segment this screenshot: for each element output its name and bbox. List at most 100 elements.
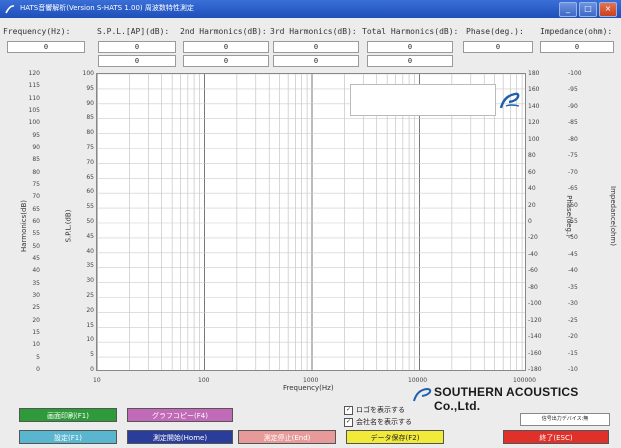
impedance-value: 0 [540,41,614,53]
print-screen-button[interactable]: 画面印刷(F1) [19,408,117,422]
phase-tick-label: 180 [528,70,540,77]
impedance-tick-label: -25 [568,316,578,324]
phase-tick-label: -140 [528,333,542,341]
harmonics-tick-label: 20 [32,316,40,324]
harmonics-tick-label: 110 [28,94,40,102]
impedance-tick-label: -30 [568,300,578,308]
harmonics-tick-label: 85 [32,156,40,164]
show-logo-option[interactable]: ✓ ロゴを表示する [344,405,405,415]
show-company-option[interactable]: ✓ 会社名を表示する [344,417,412,427]
spl-tick-label: 95 [86,84,94,92]
impedance-tick-label: -55 [568,218,578,225]
close-button[interactable]: × [599,2,617,17]
phase-tick-label: 80 [528,152,536,160]
legend-box [350,84,496,116]
phase-tick-label: -160 [528,349,542,357]
spl-tick-label: 80 [86,129,94,137]
impedance-tick-label: -80 [568,135,578,143]
spl-tick-label: 5 [90,351,94,359]
spl-value-1: 0 [98,41,176,53]
device-label: 信号出力デバイス:無 [520,413,610,426]
phase-tick-label: 160 [528,86,540,94]
impedance-tick-label: -60 [568,201,578,209]
harmonics-tick-label: 40 [32,267,40,275]
harmonics-tick-label: 0 [36,366,40,373]
phase-tick-label: 100 [528,135,540,143]
spl-tick-label: 85 [86,114,94,122]
brand-logo-icon [413,387,432,402]
spl-value-2: 0 [98,55,176,67]
harmonics-tick-label: 35 [32,279,40,287]
spl-tick-label: 15 [86,321,94,329]
start-measure-button[interactable]: 測定開始(Home) [127,430,233,444]
impedance-tick-label: -70 [568,168,578,176]
impedance-tick-label: -45 [568,250,578,258]
spl-tick-label: 35 [86,262,94,270]
graph-copy-button[interactable]: グラフコピー(F4) [127,408,233,422]
frequency-value: 0 [7,41,85,53]
spl-tick-label: 90 [86,99,94,107]
harmonics-tick-label: 105 [28,107,40,114]
h2-value-1: 0 [183,41,269,53]
phase-value: 0 [463,41,533,53]
phase-header: Phase(deg.): [466,27,524,36]
impedance-tick-label: -95 [568,86,578,94]
impedance-tick-label: -15 [568,349,578,357]
harmonics-tick-label: 30 [32,292,40,299]
graph-grid [97,74,525,370]
spl-tick-label: 25 [86,292,94,299]
phase-tick-label: -100 [528,300,542,308]
harmonics-tick-label: 100 [28,119,40,127]
phase-tick-label: -20 [528,234,538,242]
harmonics-tick-label: 25 [32,304,40,312]
phase-tick-label: -120 [528,316,542,324]
phase-tick-label: 60 [528,168,536,176]
harmonics-tick-label: 15 [32,329,40,336]
phase-tick-label: 0 [528,218,532,225]
impedance-header: Impedance(ohm): [540,27,613,36]
graph-plot-area[interactable] [96,73,526,371]
h2-header: 2nd Harmonics(dB): [180,27,267,36]
harmonics-tick-label: 95 [32,131,40,139]
total-harmonics-header: Total Harmonics(dB): [362,27,459,36]
app-logo-icon [5,5,15,14]
impedance-tick-label: -40 [568,267,578,275]
impedance-tick-label: -35 [568,283,578,291]
spl-tick-label: 75 [86,144,94,151]
spl-tick-label: 60 [86,188,94,196]
harmonics-tick-label: 5 [36,353,40,361]
harmonics-tick-label: 70 [32,193,40,201]
harmonics-tick-label: 55 [32,230,40,238]
h2-value-2: 0 [183,55,269,67]
phase-tick-label: 20 [528,201,536,209]
save-data-button[interactable]: データ保存(F2) [346,430,444,444]
spl-header: S.P.L.[AP](dB): [97,27,170,36]
h3-value-2: 0 [273,55,359,67]
harmonics-tick-label: 80 [32,168,40,176]
spl-tick-label: 20 [86,306,94,314]
phase-tick-label: 40 [528,185,536,193]
spl-tick-label: 30 [86,277,94,285]
frequency-tick-label: 10000 [408,377,428,384]
frequency-tick-label: 100000 [513,377,536,384]
maximize-button[interactable]: □ [579,2,597,17]
impedance-tick-label: -50 [568,234,578,242]
company-logo-icon [499,92,520,109]
impedance-tick-label: -20 [568,333,578,341]
spl-tick-label: 45 [86,232,94,240]
settings-button[interactable]: 設定(F1) [19,430,117,444]
phase-tick-label: 120 [528,119,540,127]
company-name: SOUTHERN ACOUSTICS Co.,Ltd. [434,385,579,413]
exit-button[interactable]: 終了(ESC) [503,430,609,444]
frequency-tick-label: 1000 [303,377,319,384]
stop-measure-button[interactable]: 測定停止(End) [238,430,336,444]
harmonics-tick-label: 10 [32,341,40,349]
harmonics-tick-label: 50 [32,242,40,250]
show-company-checkbox[interactable]: ✓ [344,417,353,427]
phase-tick-label: -180 [528,366,542,373]
total-value-2: 0 [367,55,453,67]
minimize-button[interactable]: _ [559,2,577,17]
show-logo-checkbox[interactable]: ✓ [344,405,353,415]
h3-value-1: 0 [273,41,359,53]
spl-tick-label: 55 [86,203,94,211]
